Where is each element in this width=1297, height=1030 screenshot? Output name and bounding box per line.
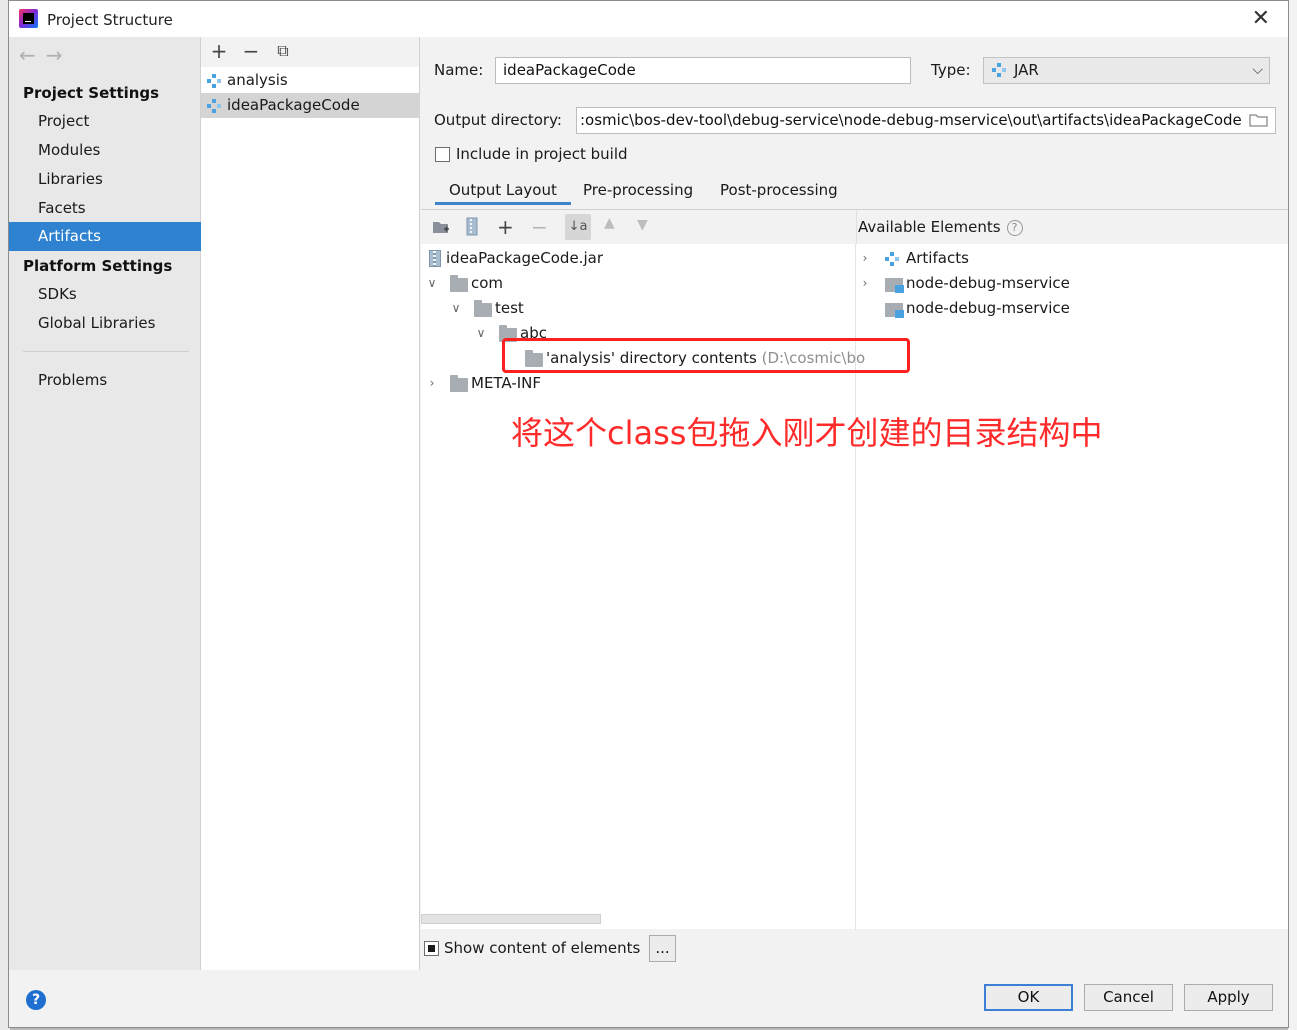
available-node-artifacts[interactable]: › Artifacts [857,246,969,271]
settings-sidebar: ←→ Project Settings Project Modules Libr… [9,37,201,970]
browse-folder-icon[interactable] [1249,112,1269,128]
available-node-module-output[interactable]: node-debug-mservice [857,296,1070,321]
intellij-logo-icon [19,9,38,28]
module-output-icon [885,303,904,318]
sidebar-item-problems[interactable]: Problems [9,366,201,395]
remove-element-icon[interactable]: − [531,215,548,239]
sidebar-item-project[interactable]: Project [9,107,201,136]
tree-node-jar[interactable]: ideaPackageCode.jar [429,246,603,271]
new-directory-icon[interactable] [432,219,450,235]
copy-artifact-button[interactable]: ⧉ [271,39,295,63]
module-icon [885,278,904,293]
type-value: JAR [1014,61,1039,79]
cancel-button[interactable]: Cancel [1084,984,1173,1011]
available-node-label: node-debug-mservice [906,274,1070,292]
sidebar-item-artifacts[interactable]: Artifacts [9,222,201,251]
jar-diamond-icon [992,63,1006,77]
highlight-box [502,338,910,373]
close-button[interactable]: ✕ [1252,6,1270,31]
show-content-label: Show content of elements [444,939,641,957]
chevron-right-icon[interactable]: › [857,246,873,271]
name-label: Name: [434,61,484,79]
tree-node-label: com [471,274,504,292]
artifact-list-panel: + − ⧉ analysis ideaPackageCode [201,37,420,970]
sidebar-item-libraries[interactable]: Libraries [9,165,201,194]
sidebar-item-global-libraries[interactable]: Global Libraries [9,309,201,338]
include-in-build-label: Include in project build [456,145,628,163]
tree-node-label: ideaPackageCode.jar [446,249,603,267]
output-directory-label: Output directory: [434,111,562,129]
title-bar: Project Structure ✕ [9,1,1288,37]
tab-output-layout[interactable]: Output Layout [435,175,571,205]
chevron-down-icon[interactable]: ∨ [448,296,464,321]
include-in-build-checkbox[interactable] [435,147,450,162]
tree-node-label: META-INF [471,374,542,392]
help-question-icon[interactable]: ? [1006,220,1023,236]
tree-node-test[interactable]: ∨ test [448,296,524,321]
project-structure-dialog: Project Structure ✕ ←→ Project Settings … [8,0,1289,1028]
jar-icon [429,250,441,267]
chevron-right-icon[interactable]: › [424,371,440,396]
artifact-label: ideaPackageCode [227,96,360,114]
forward-arrow-icon[interactable]: → [46,43,73,67]
artifact-diamond-icon [207,99,221,113]
remove-artifact-button[interactable]: − [239,39,263,63]
horizontal-scrollbar[interactable] [421,914,601,924]
sidebar-divider [23,351,189,352]
available-node-label: Artifacts [906,249,969,267]
archive-icon[interactable] [466,217,478,236]
type-select[interactable]: JAR ⌵ [983,57,1270,84]
chevron-down-icon[interactable]: ∨ [473,321,489,346]
help-icon[interactable]: ? [26,990,46,1010]
background-window-right [1288,0,1297,1030]
sort-icon[interactable]: ↓a [565,214,591,240]
move-down-icon[interactable]: ▼ [637,217,648,233]
artifact-label: analysis [227,71,288,89]
artifact-detail-pane: Name: ideaPackageCode Type: JAR ⌵ Output… [421,37,1288,970]
available-node-module[interactable]: › node-debug-mservice [857,271,1070,296]
folder-icon [450,275,468,292]
annotation-text: 将这个class包拖入刚才创建的目录结构中 [511,414,1103,452]
type-label: Type: [931,61,971,79]
project-settings-heading: Project Settings [23,84,160,102]
folder-icon [450,375,468,392]
tree-node-com[interactable]: ∨ com [424,271,503,296]
back-arrow-icon[interactable]: ← [19,43,46,67]
tree-node-label: test [495,299,524,317]
artifact-list-item[interactable]: ideaPackageCode [201,93,420,118]
add-element-icon[interactable]: + [497,215,514,239]
more-options-button[interactable]: ... [649,935,676,962]
chevron-down-icon: ⌵ [1252,62,1263,78]
folder-icon [474,300,492,317]
available-node-label: node-debug-mservice [906,299,1070,317]
history-navigation: ←→ [19,43,73,67]
artifact-diamond-icon [885,252,899,266]
artifact-diamond-icon [207,74,221,88]
tab-pre-processing[interactable]: Pre-processing [569,175,707,205]
layout-toolbar: + − ↓a ▲ ▼ [421,210,856,244]
chevron-right-icon[interactable]: › [857,271,873,296]
move-up-icon[interactable]: ▲ [604,215,615,231]
output-directory-input[interactable]: :osmic\bos-dev-tool\debug-service\node-d… [576,107,1276,134]
show-content-checkbox[interactable] [424,941,439,956]
sidebar-item-modules[interactable]: Modules [9,136,201,165]
ok-button[interactable]: OK [984,984,1073,1011]
available-elements-header: Available Elements? [856,210,1288,244]
chevron-down-icon[interactable]: ∨ [424,271,440,296]
apply-button[interactable]: Apply [1184,984,1273,1011]
output-layout-area: + − ↓a ▲ ▼ Available Elements? ideaPacka… [421,209,1288,930]
output-directory-value: :osmic\bos-dev-tool\debug-service\node-d… [580,111,1242,129]
tab-post-processing[interactable]: Post-processing [706,175,852,205]
available-elements-label: Available Elements? [858,218,1023,236]
artifact-list-item[interactable]: analysis [201,68,420,93]
tree-node-meta-inf[interactable]: › META-INF [424,371,541,396]
name-input[interactable]: ideaPackageCode [495,57,911,84]
platform-settings-heading: Platform Settings [23,257,173,275]
add-artifact-button[interactable]: + [207,39,231,63]
artifact-list-toolbar: + − ⧉ [201,37,419,67]
sidebar-item-sdks[interactable]: SDKs [9,280,201,309]
sidebar-item-facets[interactable]: Facets [9,194,201,223]
window-title: Project Structure [47,11,173,29]
